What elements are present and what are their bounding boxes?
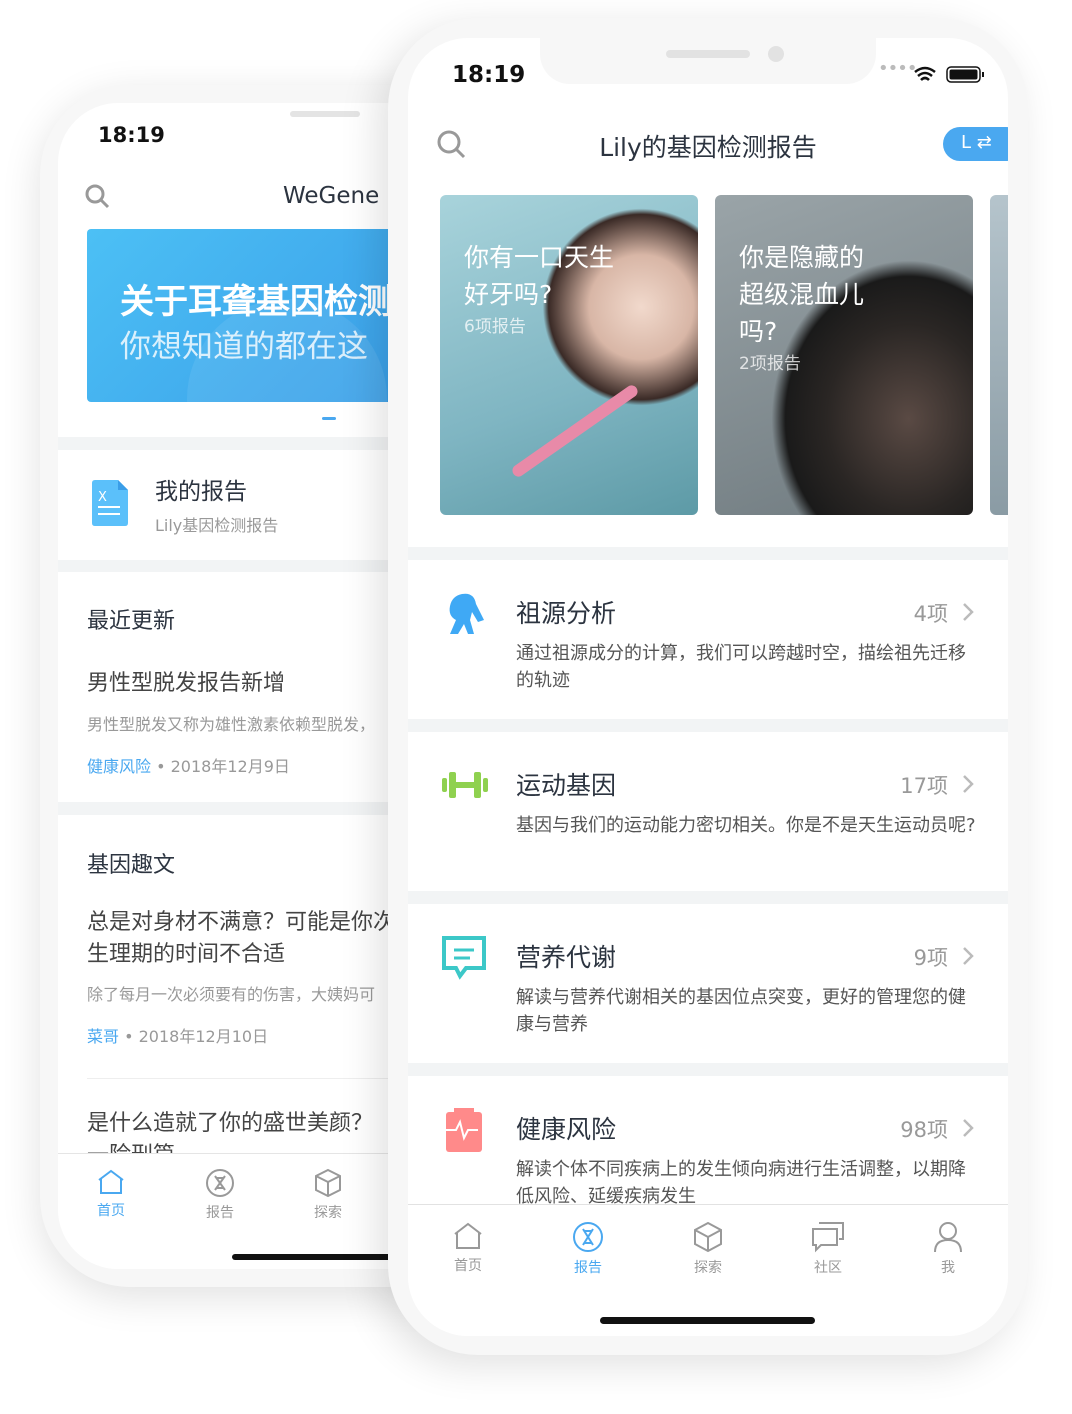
report-category-0[interactable]: 祖源分析 4项 通过祖源成分的计算，我们可以跨越时空，描绘祖先迁移的轨迹 — [408, 560, 1008, 719]
card-title: 你有一口天生好牙吗? — [464, 243, 615, 309]
article-date: 2018年12月9日 — [170, 757, 290, 776]
page-title: Lily的基因检测报告 — [599, 133, 817, 162]
banner-subtitle: 你想知道的都在这 — [120, 329, 368, 365]
chevron-right-icon — [963, 775, 974, 793]
dna-icon — [573, 1222, 603, 1252]
tab-home[interactable]: 首页 — [71, 1168, 151, 1220]
front-phone: 18:19 •••• Lily的基因检测报告 L ⇄ 你有一口天生好牙吗? 6项报… — [388, 18, 1028, 1355]
category-description: 通过祖源成分的计算，我们可以跨越时空，描绘祖先迁移的轨迹 — [516, 643, 966, 691]
chevron-right-icon — [963, 947, 974, 965]
divider — [408, 891, 1008, 904]
tab-report[interactable]: 报告 — [548, 1221, 628, 1277]
search-icon[interactable] — [84, 183, 112, 211]
battery-icon — [946, 66, 984, 83]
svg-text:X: X — [98, 490, 107, 505]
article-date: 2018年12月10日 — [138, 1027, 269, 1046]
tab-explore[interactable]: 探索 — [288, 1168, 368, 1222]
article-title[interactable]: 是什么造就了你的盛世美颜？一险刑篇 — [87, 1108, 392, 1153]
banner-title: 关于耳聋基因检测 — [120, 282, 392, 322]
carousel-dot[interactable] — [322, 417, 336, 420]
switch-profile-button[interactable]: L ⇄ — [943, 127, 1008, 161]
signal-icon: •••• — [878, 58, 917, 79]
status-time: 18:19 — [98, 123, 165, 147]
tab-report[interactable]: 报告 — [180, 1168, 260, 1222]
card-count: 2项报告 — [739, 354, 801, 374]
front-screen: 18:19 •••• Lily的基因检测报告 L ⇄ 你有一口天生好牙吗? 6项报… — [408, 38, 1008, 1336]
tab-me[interactable]: 我 — [908, 1221, 988, 1277]
article-excerpt: 除了每月一次必须要有的伤害，大姨妈可 — [87, 985, 376, 1004]
cube-icon — [315, 1168, 341, 1198]
report-category-2[interactable]: 营养代谢 9项 解读与营养代谢相关的基因位点突变，更好的管理您的健康与营养 — [408, 904, 1008, 1063]
notch — [540, 38, 876, 84]
topic-card[interactable] — [990, 195, 1008, 515]
my-report-subtitle: Lily基因检测报告 — [155, 516, 279, 535]
user-icon — [934, 1222, 962, 1253]
category-title: 运动基因 — [516, 771, 617, 800]
report-category-1[interactable]: 运动基因 17项 基因与我们的运动能力密切相关。你是不是天生运动员呢? — [408, 732, 1008, 891]
home-icon — [98, 1169, 124, 1194]
category-count: 17项 — [900, 774, 948, 798]
article-tag[interactable]: 健康风险 — [87, 757, 151, 776]
status-time: 18:19 — [452, 62, 526, 88]
banner[interactable]: 关于耳聋基因检测 你想知道的都在这 — [87, 229, 417, 402]
tab-home[interactable]: 首页 — [428, 1221, 508, 1275]
home-indicator — [600, 1317, 815, 1324]
topic-card[interactable]: 你有一口天生好牙吗? 6项报告 — [440, 195, 698, 515]
card-count: 6项报告 — [464, 317, 526, 337]
document-icon: X — [92, 480, 128, 526]
article-title: 总是对身材不满意？可能是你次生理期的时间不合适 — [87, 910, 396, 967]
divider — [408, 547, 1008, 560]
brand-title: WeGene — [283, 183, 380, 209]
category-description: 解读个体不同疾病上的发生倾向病进行生活调整，以期降低风险、延缓疾病发生 — [516, 1159, 966, 1207]
category-description: 解读与营养代谢相关的基因位点突变，更好的管理您的健康与营养 — [516, 987, 966, 1035]
ape-icon — [449, 593, 484, 634]
chevron-right-icon — [963, 1119, 974, 1137]
divider — [408, 719, 1008, 732]
category-count: 4项 — [913, 602, 948, 626]
category-title: 健康风险 — [516, 1115, 617, 1144]
fun-heading: 基因趣文 — [87, 853, 176, 878]
camera — [768, 46, 784, 62]
tab-community[interactable]: 社区 — [788, 1221, 868, 1277]
speaker — [666, 50, 750, 58]
article-tag[interactable]: 菜哥 — [87, 1027, 119, 1046]
divider — [408, 1063, 1008, 1076]
my-report-title: 我的报告 — [155, 479, 247, 505]
tab-explore[interactable]: 探索 — [668, 1221, 748, 1277]
category-title: 祖源分析 — [516, 599, 617, 628]
category-count: 98项 — [900, 1118, 948, 1142]
toothbrush-image — [510, 383, 640, 479]
dna-icon — [206, 1169, 234, 1197]
card-title: 你是隐藏的超级混血儿吗? — [739, 243, 865, 346]
chat-icon — [812, 1222, 844, 1253]
cube-icon — [694, 1221, 722, 1253]
category-title: 营养代谢 — [516, 943, 617, 972]
category-description: 基因与我们的运动能力密切相关。你是不是天生运动员呢? — [516, 815, 976, 836]
dumbbell-icon — [442, 772, 488, 798]
chevron-right-icon — [963, 603, 974, 621]
category-count: 9项 — [913, 946, 948, 970]
article-item[interactable]: 总是对身材不满意？可能是你次生理期的时间不合适 除了每月一次必须要有的伤害，大姨… — [87, 907, 395, 1047]
heartbeat-icon — [446, 1108, 482, 1152]
home-icon — [454, 1222, 482, 1249]
topic-card[interactable]: 你是隐藏的超级混血儿吗? 2项报告 — [715, 195, 973, 515]
speaker — [290, 111, 360, 117]
recent-heading: 最近更新 — [87, 609, 176, 634]
wifi-icon — [914, 66, 936, 81]
nutrition-icon — [442, 936, 486, 980]
